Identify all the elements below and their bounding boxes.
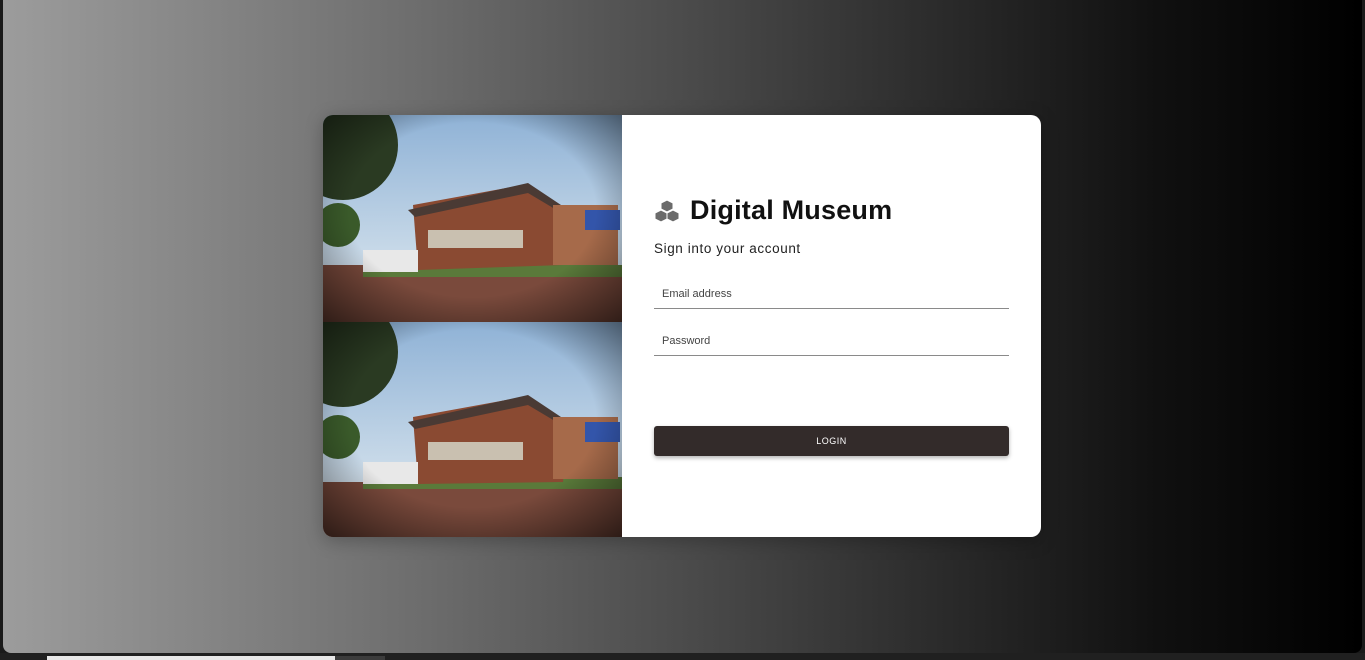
login-form-panel: Digital Museum Sign into your account LO…: [622, 115, 1041, 537]
page-background: Digital Museum Sign into your account LO…: [3, 0, 1362, 653]
login-button[interactable]: LOGIN: [654, 426, 1009, 456]
taskbar-segment: [47, 656, 335, 660]
app-title: Digital Museum: [690, 195, 893, 225]
sign-in-subtitle: Sign into your account: [654, 241, 801, 256]
museum-building-photo: [323, 115, 622, 326]
password-field-container: [654, 327, 1009, 356]
museum-building-photo-repeat: [323, 322, 622, 537]
brand-header: Digital Museum: [654, 195, 892, 226]
login-card: Digital Museum Sign into your account LO…: [323, 115, 1041, 537]
password-input[interactable]: [654, 327, 1009, 355]
taskbar-strip: [0, 653, 1365, 660]
email-input[interactable]: [654, 280, 1009, 308]
email-field-container: [654, 280, 1009, 309]
taskbar-segment: [335, 656, 385, 660]
museum-photo-panel: [323, 115, 622, 537]
cubes-icon: [654, 198, 680, 223]
